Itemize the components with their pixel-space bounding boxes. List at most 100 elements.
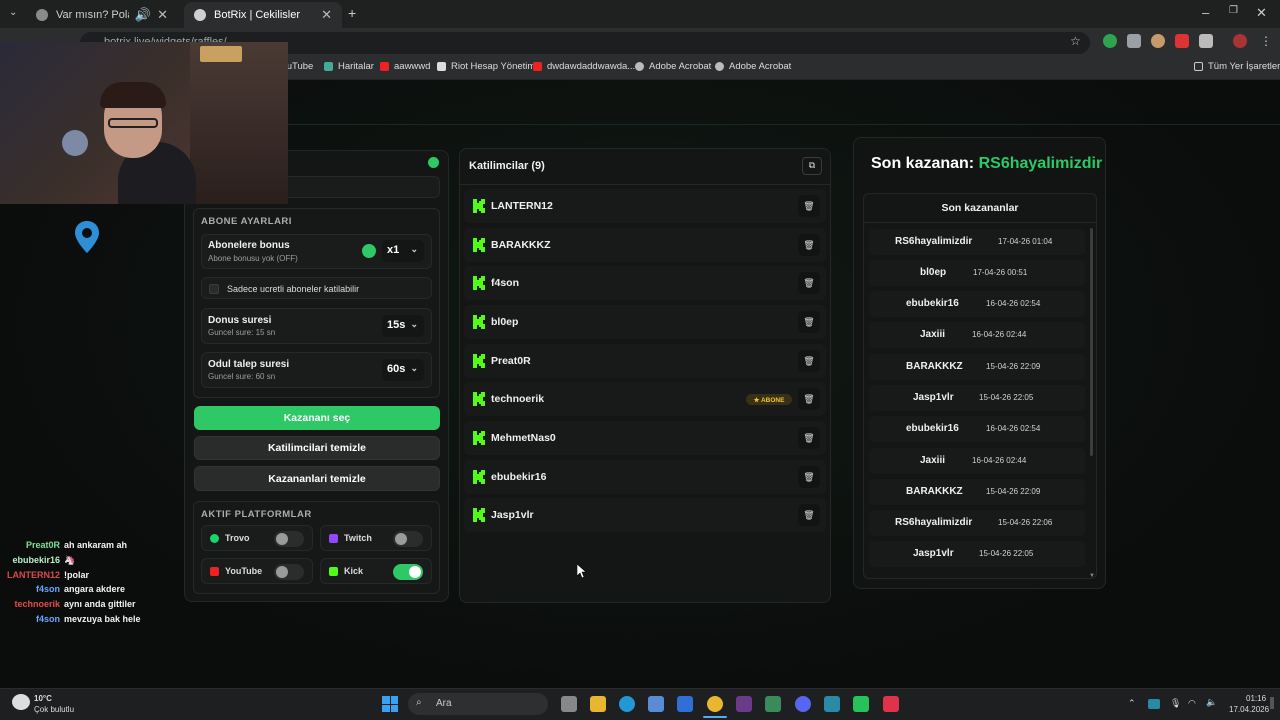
trash-icon[interactable]: 🗑 [798,466,820,488]
winner-row: BARAKKKZ 15-04-26 22:09 [869,479,1085,505]
discord-icon[interactable] [795,696,811,712]
chevron-down-icon: ⌄ [410,319,418,329]
scroll-down-icon[interactable]: ▼ [1089,573,1095,579]
file-explorer-icon[interactable] [590,696,606,712]
kick-icon [329,566,338,576]
extensions-puzzle-icon[interactable] [1199,34,1213,48]
trash-icon[interactable]: 🗑 [798,427,820,449]
paid-only-checkbox[interactable] [209,284,219,294]
maximize-icon[interactable]: ❐ [1229,5,1238,16]
taskbar-search[interactable]: ⌕ Ara [408,693,548,715]
menu-icon[interactable]: ⋮ [1260,34,1272,48]
taskbar [0,688,1280,720]
tab-favicon-icon [194,9,206,21]
chat-username: f4son [35,584,60,594]
youtube-toggle[interactable] [274,564,304,580]
extension-shield-icon[interactable] [1103,34,1117,48]
chat-message: f4son angara akdere [0,584,150,594]
microphone-icon[interactable]: 🎙 [1170,698,1181,709]
new-tab-button[interactable]: + [348,5,356,21]
clear-participants-button[interactable]: Katilimcilari temizle [194,436,440,460]
store-icon[interactable] [648,696,664,712]
kick-toggle[interactable] [393,564,423,580]
kick-icon [473,392,485,406]
extension-icon[interactable] [1175,34,1189,48]
trash-icon[interactable]: 🗑 [798,504,820,526]
info-icon[interactable] [362,244,376,258]
participant-name: MehmetNas0 [491,432,556,444]
show-desktop[interactable] [1270,697,1274,709]
bookmark-item[interactable]: Riot Hesap Yönetimi [437,61,537,72]
trovo-toggle[interactable] [274,531,304,547]
platform-youtube: YouTube [201,558,313,584]
trash-icon[interactable]: 🗑 [798,350,820,372]
edge-icon[interactable] [619,696,635,712]
winner-name: bl0ep [920,267,947,278]
close-window-icon[interactable]: ✕ [1256,5,1267,21]
spin-label: Donus suresi [208,315,272,326]
close-tab-icon[interactable]: ✕ [157,7,168,23]
bookmark-label: Tüm Yer İşaretleri [1208,61,1280,72]
tray-app-icon[interactable] [1148,699,1160,709]
spin-duration-select[interactable]: 15s ⌄ [382,315,424,337]
tab-search-icon[interactable]: ⌄ [9,7,17,18]
kick-icon [473,431,485,445]
weather-desc: Çok bulutlu [34,705,75,714]
trash-icon[interactable]: 🗑 [798,311,820,333]
app-icon[interactable] [824,696,840,712]
chrome-icon[interactable] [707,696,723,712]
app-icon[interactable] [736,696,752,712]
tray-chevron-icon[interactable]: ⌃ [1128,698,1136,709]
all-bookmarks[interactable]: Tüm Yer İşaretleri [1194,61,1280,72]
info-icon[interactable] [428,157,439,168]
winner-name: ebubekir16 [906,423,959,434]
profile-avatar[interactable] [1233,34,1247,48]
clock-time[interactable]: 01:16 [1246,694,1266,703]
bookmark-item[interactable]: aawwwd [380,61,430,72]
bookmark-item[interactable]: dwdawdaddwawda... [533,61,635,72]
chat-username: technoerik [14,599,60,609]
chat-text: !polar [64,570,90,580]
volume-icon[interactable]: 🔈 [1206,697,1217,708]
trash-icon[interactable]: 🗑 [798,234,820,256]
clear-winners-button[interactable]: Kazananlari temizle [194,466,440,491]
participant-name: bl0ep [491,316,519,328]
pick-winner-button[interactable]: Kazananı seç [194,406,440,430]
extension-icon[interactable] [1151,34,1165,48]
toggle-knob [395,533,407,545]
winner-date: 16-04-26 02:54 [986,424,1041,433]
bookmark-star-icon[interactable]: ☆ [1070,34,1081,48]
task-view-icon[interactable] [561,696,577,712]
winner-row: ebubekir16 16-04-26 02:54 [869,416,1085,442]
minimize-icon[interactable]: – [1202,5,1209,20]
app-icon[interactable] [883,696,899,712]
twitch-toggle[interactable] [393,531,423,547]
trash-icon[interactable]: 🗑 [798,272,820,294]
extension-icon[interactable] [1127,34,1141,48]
bookmark-item[interactable]: Adobe Acrobat [635,61,711,72]
windows-start-icon[interactable] [382,696,398,712]
bookmark-item[interactable]: Haritalar [324,61,374,72]
winner-name: Jasp1vlr [913,392,954,403]
claim-duration-select[interactable]: 60s ⌄ [382,359,424,381]
chat-message: technoerik aynı anda gittiler [0,599,150,609]
app-icon[interactable] [765,696,781,712]
scrollbar[interactable] [1090,228,1093,456]
clock-date[interactable]: 17.04.2026 [1229,705,1269,714]
chat-text: angara akdere [64,584,126,594]
sub-bonus-select[interactable]: x1 ⌄ [382,240,424,262]
winner-row: Jaxiii 16-04-26 02:44 [869,448,1085,474]
trash-icon[interactable]: 🗑 [798,195,820,217]
mail-icon[interactable] [677,696,693,712]
close-tab-icon[interactable]: ✕ [321,7,332,23]
bookmark-item[interactable]: Adobe Acrobat [715,61,791,72]
tab-botrix[interactable]: BotRix | Cekilisler ✕ [184,2,342,28]
winner-name: BARAKKKZ [906,486,963,497]
mute-icon[interactable]: 🔊 [135,7,151,23]
trash-icon[interactable]: 🗑 [798,388,820,410]
tab-polar[interactable]: Var mısın? Polar mısın? 🔊 ✕ [26,2,178,28]
app-icon[interactable] [853,696,869,712]
copy-icon[interactable]: ⧉ [802,157,822,175]
bookmark-label: Haritalar [338,61,374,72]
wifi-icon[interactable]: ◠ [1188,698,1196,709]
